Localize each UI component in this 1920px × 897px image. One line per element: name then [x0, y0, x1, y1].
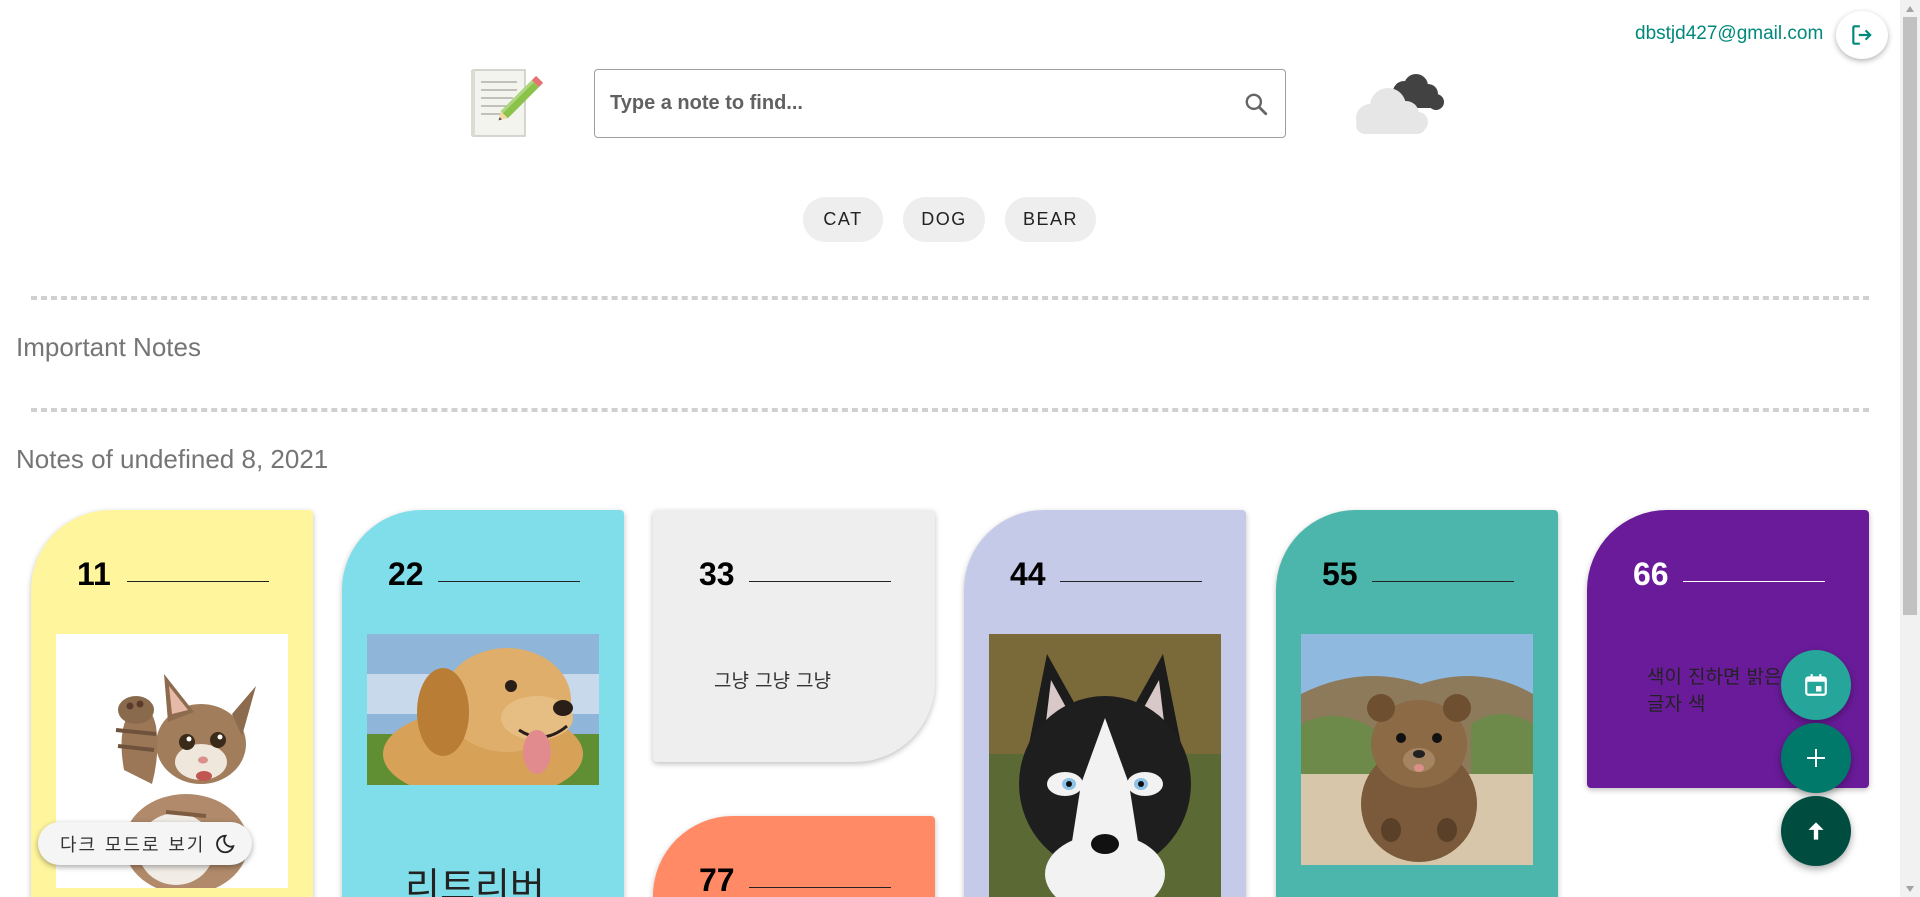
app-logo[interactable] [469, 66, 549, 140]
golden-retriever-image [367, 634, 599, 785]
important-notes-title: Important Notes [16, 332, 201, 362]
weather-widget [1352, 72, 1444, 134]
chip-bear[interactable]: BEAR [1005, 197, 1096, 242]
section-divider [31, 296, 1869, 300]
moon-icon [216, 834, 235, 854]
note-divider [749, 887, 891, 888]
dark-mode-label: 다크 모드로 보기 [60, 834, 206, 856]
plus-icon [1807, 749, 1825, 767]
husky-image [989, 634, 1221, 897]
scroll-top-button[interactable] [1781, 796, 1851, 866]
note-card[interactable]: 55 [1276, 510, 1558, 897]
note-divider [1683, 581, 1825, 582]
note-text: 색이 진하면 밝은 글자 색 [1647, 666, 1782, 715]
note-divider [1372, 581, 1514, 582]
search-input[interactable] [610, 70, 1210, 137]
section-divider [31, 408, 1869, 412]
cloudy-weather-icon [1356, 74, 1444, 134]
note-number: 44 [1010, 556, 1046, 592]
note-divider [749, 581, 891, 582]
add-note-button[interactable] [1781, 723, 1851, 793]
note-card[interactable]: 44 [964, 510, 1246, 897]
calendar-button[interactable] [1781, 650, 1851, 720]
note-text: 그냥 그냥 그냥 [714, 670, 831, 692]
scroll-up-arrow[interactable] [1900, 0, 1920, 17]
calendar-icon [1805, 674, 1827, 696]
note-card[interactable]: 22 리트리버 [342, 510, 624, 897]
note-number: 77 [699, 862, 735, 897]
note-number: 11 [77, 556, 111, 592]
note-card[interactable]: 77 [653, 816, 935, 897]
scrollbar-thumb[interactable] [1903, 17, 1917, 615]
notepad-pencil-icon [471, 69, 544, 137]
note-divider [127, 581, 269, 582]
dated-notes-title: Notes of undefined 8, 2021 [16, 444, 329, 474]
search-box [594, 69, 1286, 138]
search-icon[interactable] [1243, 91, 1269, 117]
quokka-image [1301, 634, 1533, 865]
arrow-up-icon [1808, 822, 1824, 840]
note-number: 22 [388, 556, 424, 592]
note-number: 66 [1633, 556, 1669, 592]
app-root: dbstjd427@gmail.com Type a note to find.… [0, 0, 1920, 897]
note-number: 33 [699, 556, 735, 592]
dark-mode-toggle[interactable]: 다크 모드로 보기 [38, 822, 252, 865]
note-divider [1060, 581, 1202, 582]
logout-button[interactable] [1836, 11, 1888, 59]
note-card[interactable]: 33 그냥 그냥 그냥 [653, 510, 935, 762]
note-number: 55 [1322, 556, 1358, 592]
scroll-down-arrow[interactable] [1900, 880, 1920, 897]
note-divider [438, 581, 580, 582]
note-text: 리트리버 [405, 865, 545, 897]
chip-cat[interactable]: CAT [803, 197, 883, 242]
user-email: dbstjd427@gmail.com [1635, 23, 1824, 44]
logout-icon [1852, 25, 1872, 45]
chip-dog[interactable]: DOG [903, 197, 985, 242]
